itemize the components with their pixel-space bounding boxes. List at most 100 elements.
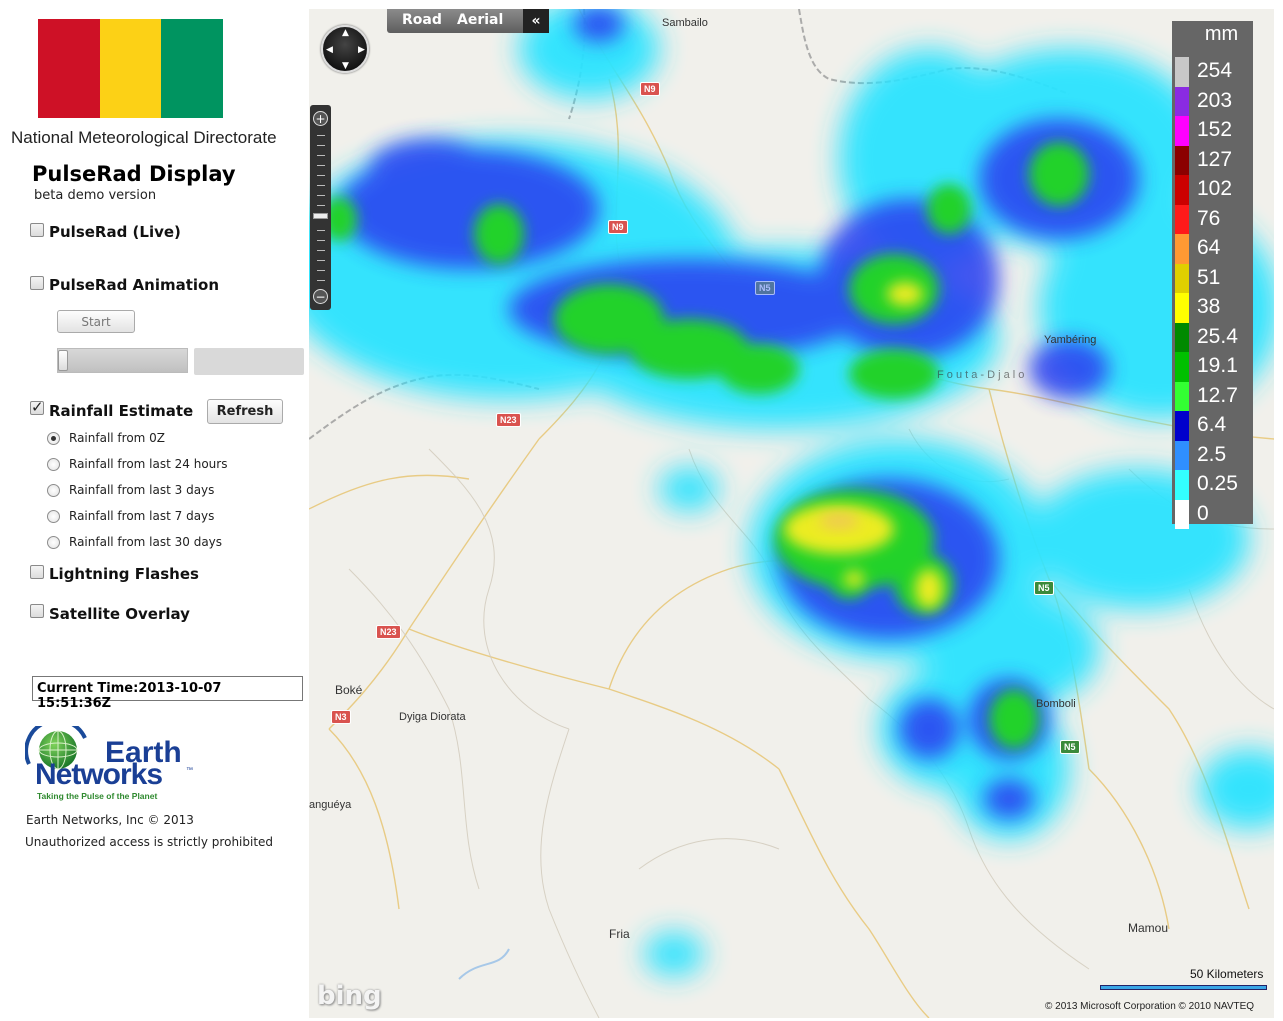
map-view[interactable]: Sambailo Yambéring F o u t a - D j a l o… — [309, 9, 1274, 1018]
place-boke: Boké — [335, 683, 363, 697]
place-sambailo: Sambailo — [662, 17, 708, 29]
rainfall-3d-label[interactable]: Rainfall from last 3 days — [69, 483, 214, 497]
road-shield-n5: N5 — [1034, 581, 1054, 595]
legend-value: 152 — [1197, 118, 1233, 141]
zoom-tick — [317, 250, 325, 251]
copyright-text: Earth Networks, Inc © 2013 — [26, 813, 194, 827]
place-fria: Fria — [609, 927, 630, 941]
legend-value: 12.7 — [1197, 383, 1238, 407]
animation-slider-handle[interactable] — [58, 350, 68, 371]
legend-unit: mm — [1204, 23, 1239, 45]
pulserad-live-checkbox[interactable] — [30, 223, 44, 237]
legend-swatch — [1175, 145, 1189, 175]
road-view-button[interactable]: Road — [402, 12, 442, 28]
rainfall-7d-radio[interactable] — [47, 510, 60, 523]
lightning-label[interactable]: Lightning Flashes — [49, 565, 199, 583]
rainfall-24h-label[interactable]: Rainfall from last 24 hours — [69, 457, 227, 471]
pulserad-live-label[interactable]: PulseRad (Live) — [49, 223, 181, 241]
zoom-tick — [317, 175, 325, 176]
legend-entry: 203 — [1172, 86, 1253, 116]
zoom-tick — [317, 185, 325, 186]
legend-entry: 64 — [1172, 234, 1253, 264]
rainfall-30d-radio[interactable] — [47, 536, 60, 549]
legend-swatch — [1175, 116, 1189, 146]
control-panel: National Meteorological Directorate Puls… — [0, 0, 309, 1021]
rainfall-0z-radio[interactable] — [47, 432, 60, 445]
road-shield-n5-north: N5 — [755, 281, 775, 295]
organization-name: National Meteorological Directorate — [11, 128, 277, 147]
legend-value: 64 — [1197, 236, 1221, 259]
legend-value: 127 — [1197, 147, 1233, 171]
legend-value: 254 — [1197, 59, 1233, 82]
pulserad-animation-label[interactable]: PulseRad Animation — [49, 276, 219, 294]
road-shield-n5-east: N5 — [1060, 740, 1080, 754]
rainfall-7d-label[interactable]: Rainfall from last 7 days — [69, 509, 214, 523]
rainfall-24h-radio[interactable] — [47, 458, 60, 471]
legend-entry: 25.4 — [1172, 322, 1253, 352]
zoom-tick — [317, 135, 325, 136]
legend-entry: 127 — [1172, 145, 1253, 175]
lightning-checkbox[interactable] — [30, 565, 44, 579]
road-shield-n23: N23 — [496, 413, 521, 427]
zoom-tick — [317, 195, 325, 196]
refresh-button[interactable]: Refresh — [207, 399, 283, 424]
pan-up-arrow-icon[interactable]: ▲ — [342, 28, 349, 38]
legend-swatch — [1175, 204, 1189, 234]
animation-start-button[interactable]: Start — [57, 310, 135, 333]
legend-entry: 2.5 — [1172, 440, 1253, 470]
legend-value: 19.1 — [1197, 354, 1238, 377]
animation-slider-track[interactable] — [57, 348, 188, 373]
legend-swatch — [1175, 234, 1189, 264]
rainfall-legend: mm 254 203 152 127 102 76 64 51 38 25.4 19.1 12.7 6.… — [1172, 21, 1253, 529]
legend-value: 102 — [1197, 177, 1233, 200]
legend-value: 25.4 — [1197, 324, 1238, 348]
legend-entry: 102 — [1172, 175, 1253, 205]
rainfall-estimate-label[interactable]: Rainfall Estimate — [49, 402, 193, 420]
map-canvas[interactable] — [309, 9, 1274, 1018]
road-shield-n9-south: N9 — [608, 220, 628, 234]
pan-down-arrow-icon[interactable]: ▼ — [342, 61, 349, 71]
map-attribution: © 2013 Microsoft Corporation © 2010 NAVT… — [1045, 1001, 1255, 1012]
legend-entry: 12.7 — [1172, 381, 1253, 411]
pulserad-animation-checkbox[interactable] — [30, 276, 44, 290]
map-style-bar: Road Aerial « — [387, 9, 549, 33]
legend-swatch — [1175, 440, 1189, 470]
legend-value: 203 — [1197, 88, 1233, 112]
zoom-slider-thumb[interactable] — [313, 213, 328, 219]
legend-value: 6.4 — [1197, 413, 1227, 436]
pan-left-arrow-icon[interactable]: ◀ — [326, 45, 333, 55]
road-shield-n9: N9 — [640, 82, 660, 96]
aerial-view-button[interactable]: Aerial — [457, 12, 503, 28]
legend-swatch — [1175, 352, 1189, 382]
legend-swatch — [1175, 470, 1189, 500]
satellite-label[interactable]: Satellite Overlay — [49, 605, 190, 623]
zoom-tick — [317, 230, 325, 231]
rainfall-0z-label[interactable]: Rainfall from 0Z — [69, 431, 165, 445]
legend-entry: 0.25 — [1172, 470, 1253, 500]
rainfall-estimate-checkbox[interactable] — [30, 398, 44, 416]
pan-compass-control[interactable]: ▲ ▼ ◀ ▶ — [321, 25, 369, 73]
satellite-checkbox[interactable] — [30, 604, 44, 618]
legend-swatch — [1175, 263, 1189, 293]
scale-label: 50 Kilometers — [1190, 967, 1264, 981]
place-dyiga-diorata: Dyiga Diorata — [399, 711, 466, 723]
rainfall-30d-label[interactable]: Rainfall from last 30 days — [69, 535, 222, 549]
zoom-tick — [317, 280, 325, 281]
flag-green-stripe — [161, 19, 224, 118]
legend-swatch — [1175, 57, 1189, 87]
pan-right-arrow-icon[interactable]: ▶ — [358, 45, 365, 55]
flag-yellow-stripe — [99, 19, 162, 118]
double-chevron-left-icon[interactable]: « — [523, 9, 549, 33]
legend-value: 0 — [1197, 501, 1209, 525]
legend-entry: 6.4 — [1172, 411, 1253, 441]
rainfall-3d-radio[interactable] — [47, 484, 60, 497]
zoom-tick — [317, 155, 325, 156]
zoom-out-button[interactable]: − — [313, 289, 328, 304]
zoom-control[interactable]: + − — [310, 105, 331, 310]
flag-red-stripe — [38, 19, 100, 118]
earth-networks-logo: Earth Networks ™ Taking the Pulse of the… — [25, 726, 193, 801]
guinea-flag — [38, 19, 224, 118]
zoom-tick — [317, 165, 325, 166]
zoom-in-button[interactable]: + — [313, 111, 328, 126]
rainfall-peak-core — [819, 513, 859, 529]
